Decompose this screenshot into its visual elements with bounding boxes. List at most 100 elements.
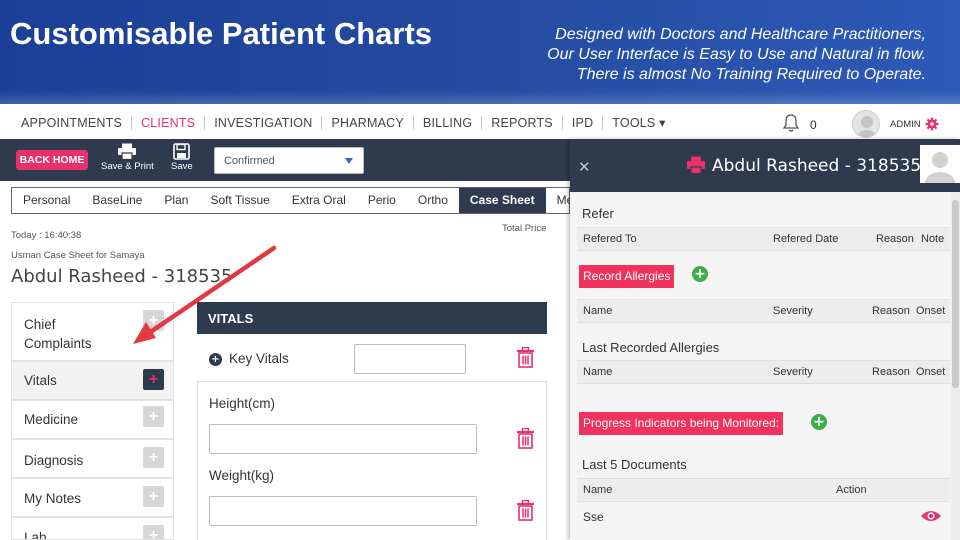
tab-personal[interactable]: Personal [12, 188, 81, 213]
banner-tagline-line: Our User Interface is Easy to Use and Na… [547, 46, 926, 63]
col-header: Severity [773, 305, 813, 317]
menu-item-diagnosis[interactable]: Diagnosis + [11, 439, 174, 478]
plus-icon[interactable]: + [143, 310, 164, 331]
col-header: Name [583, 366, 613, 378]
tab-soft-tissue[interactable]: Soft Tissue [199, 188, 280, 213]
gear-icon[interactable] [925, 117, 939, 131]
add-allergy-icon[interactable]: + [692, 266, 708, 282]
documents-table-header: Name Action [577, 478, 950, 502]
nav-clients[interactable]: CLIENTS [132, 116, 206, 130]
menu-item-label: Diagnosis [24, 453, 84, 468]
patient-photo [920, 145, 960, 183]
trash-icon[interactable] [516, 428, 535, 449]
bell-icon[interactable] [782, 113, 800, 133]
plus-icon[interactable]: + [143, 447, 164, 468]
eye-icon[interactable] [920, 509, 942, 523]
nav-tools[interactable]: TOOLS ▾ [603, 116, 674, 130]
menu-item-label: Chief Complaints [24, 317, 92, 351]
nav-appointments[interactable]: APPOINTMENTS [12, 116, 133, 130]
refer-section-title: Refer [582, 206, 614, 221]
save-button[interactable]: Save [171, 143, 193, 172]
key-vitals-label: Key Vitals [229, 351, 289, 366]
tab-medical[interactable]: Medica [546, 188, 569, 213]
case-status-select[interactable]: Confirmed [214, 147, 364, 174]
menu-item-label: My Notes [24, 491, 82, 506]
nav-menu: APPOINTMENTS CLIENTS INVESTIGATION PHARM… [12, 104, 675, 142]
close-icon[interactable]: ✕ [578, 158, 591, 176]
banner-title: Customisable Patient Charts [10, 16, 433, 51]
case-section-menu: Chief Complaints + Vitals + Medicine + D… [11, 302, 175, 540]
case-tabs: Personal BaseLine Plan Soft Tissue Extra… [11, 187, 570, 214]
col-header: Name [583, 484, 613, 496]
plus-icon[interactable]: + [143, 369, 164, 390]
printer-icon[interactable] [686, 156, 706, 174]
trash-icon[interactable] [516, 500, 535, 521]
vitals-header: VITALS [197, 302, 547, 334]
panel-scroll-thumb[interactable] [952, 200, 959, 388]
menu-item-vitals[interactable]: Vitals + [11, 361, 174, 400]
trash-icon[interactable] [516, 347, 535, 368]
promo-banner: Customisable Patient Charts Designed wit… [0, 0, 960, 104]
back-home-button[interactable]: BACK HOME [16, 150, 88, 170]
floppy-disk-icon [173, 143, 191, 160]
document-name[interactable]: Sse [583, 510, 604, 524]
menu-item-label: Medicine [24, 412, 79, 427]
col-header: Refered Date [773, 233, 839, 245]
user-label[interactable]: ADMIN [890, 119, 921, 130]
tab-plan[interactable]: Plan [153, 188, 199, 213]
save-print-label: Save & Print [101, 161, 154, 172]
user-avatar[interactable] [852, 110, 880, 138]
plus-icon[interactable]: + [143, 525, 164, 539]
banner-tagline-line: There is almost No Training Required to … [576, 66, 926, 83]
tab-extra-oral[interactable]: Extra Oral [281, 188, 357, 213]
banner-tagline-line: Designed with Doctors and Healthcare Pra… [555, 26, 926, 43]
current-time: Today : 16:40:38 [11, 230, 82, 241]
col-header: Refered To [583, 233, 637, 245]
nav-ipd[interactable]: IPD [563, 116, 604, 130]
col-header: Severity [773, 366, 813, 378]
height-input[interactable] [209, 424, 477, 454]
nav-pharmacy[interactable]: PHARMACY [322, 116, 414, 130]
menu-item-lab[interactable]: Lab + [11, 517, 174, 540]
plus-icon[interactable]: + [143, 486, 164, 507]
allergy-table-header: Name Severity Reason Onset [577, 299, 950, 323]
tab-case-sheet[interactable]: Case Sheet [458, 188, 546, 213]
menu-item-medicine[interactable]: Medicine + [11, 400, 174, 439]
nav-reports[interactable]: REPORTS [482, 116, 563, 130]
plus-icon[interactable]: + [143, 406, 164, 427]
key-vitals-input[interactable] [354, 344, 466, 374]
printer-icon [118, 143, 137, 160]
expand-icon[interactable]: + [209, 353, 222, 366]
add-indicator-icon[interactable]: + [811, 414, 827, 430]
save-print-button[interactable]: Save & Print [101, 143, 154, 172]
menu-item-my-notes[interactable]: My Notes + [11, 478, 174, 517]
col-header: Reason [876, 233, 914, 245]
nav-investigation[interactable]: INVESTIGATION [205, 116, 323, 130]
col-header: Name [583, 305, 613, 317]
case-status-value: Confirmed [224, 155, 275, 167]
last-allergy-table-header: Name Severity Reason Onset [577, 360, 950, 384]
record-allergies-button[interactable]: Record Allergies [579, 265, 675, 288]
patient-name: Abdul Rasheed - 318535 [11, 266, 233, 287]
col-header: Action [836, 484, 867, 496]
tab-ortho[interactable]: Ortho [407, 188, 459, 213]
tab-baseline[interactable]: BaseLine [81, 188, 153, 213]
col-header: Onset [916, 366, 946, 378]
table-row [577, 505, 950, 531]
notification-count: 0 [810, 118, 817, 132]
refer-table-header: Refered To Refered Date Reason Note [577, 227, 950, 251]
height-label: Height(cm) [209, 396, 276, 411]
col-header: Note [921, 233, 945, 245]
save-label: Save [171, 161, 193, 172]
caret-down-icon [345, 158, 353, 164]
progress-indicators-button[interactable]: Progress Indicators being Monitored: [579, 412, 784, 435]
menu-item-chief-complaints[interactable]: Chief Complaints + [11, 302, 174, 361]
weight-label: Weight(kg) [209, 468, 275, 483]
nav-billing[interactable]: BILLING [414, 116, 483, 130]
total-price-label: Total Price [502, 223, 547, 234]
col-header: Reason [872, 305, 910, 317]
weight-input[interactable] [209, 496, 477, 526]
tab-perio[interactable]: Perio [357, 188, 407, 213]
menu-item-label: Lab [24, 530, 47, 540]
last-allergies-title: Last Recorded Allergies [582, 340, 720, 355]
